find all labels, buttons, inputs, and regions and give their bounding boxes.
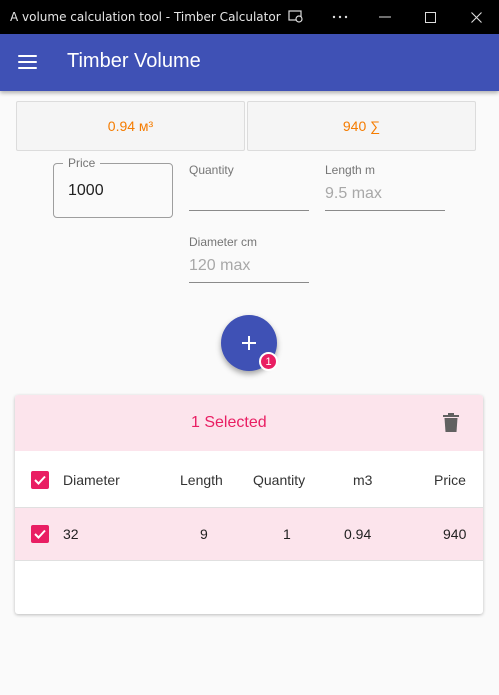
length-field[interactable]: Length m 9.5 max bbox=[325, 163, 445, 211]
column-length[interactable]: Length bbox=[180, 472, 223, 488]
cell-m3: 0.94 bbox=[344, 526, 372, 542]
column-price[interactable]: Price bbox=[434, 472, 466, 488]
window-titlebar: A volume calculation tool - Timber Calcu… bbox=[0, 0, 499, 34]
cell-length: 9 bbox=[200, 526, 208, 542]
window-title: A volume calculation tool - Timber Calcu… bbox=[10, 10, 281, 24]
table-header: Diameter Length Quantity m3 Price bbox=[15, 451, 483, 508]
check-icon bbox=[34, 529, 46, 539]
price-field[interactable]: Price 1000 bbox=[53, 156, 173, 218]
table-row[interactable]: 32 9 1 0.94 940 bbox=[15, 508, 483, 561]
cast-icon[interactable] bbox=[287, 8, 305, 26]
app-bar: Timber Volume bbox=[0, 34, 499, 91]
select-all-checkbox[interactable] bbox=[31, 471, 49, 489]
length-label: Length m bbox=[325, 163, 376, 177]
row-checkbox[interactable] bbox=[31, 525, 49, 543]
diameter-field[interactable]: Diameter cm 120 max bbox=[189, 235, 309, 283]
menu-icon[interactable] bbox=[18, 55, 37, 70]
maximize-icon[interactable] bbox=[421, 8, 439, 26]
cell-diameter: 32 bbox=[63, 526, 79, 542]
length-input[interactable]: 9.5 max bbox=[325, 185, 382, 203]
selection-toolbar: 1 Selected bbox=[15, 395, 483, 451]
diameter-input[interactable]: 120 max bbox=[189, 257, 250, 275]
cell-price: 940 bbox=[443, 526, 467, 542]
cell-quantity: 1 bbox=[283, 526, 291, 542]
price-value[interactable]: 1000 bbox=[68, 182, 104, 200]
quantity-underline bbox=[189, 210, 309, 211]
volume-summary: 0.94 м³ bbox=[16, 101, 245, 151]
delete-icon[interactable] bbox=[442, 413, 460, 433]
quantity-field[interactable]: Quantity bbox=[189, 163, 309, 211]
column-quantity[interactable]: Quantity bbox=[253, 472, 305, 488]
diameter-underline bbox=[189, 282, 309, 283]
plus-icon bbox=[242, 336, 256, 350]
count-badge: 1 bbox=[259, 352, 278, 371]
more-icon[interactable] bbox=[331, 8, 349, 26]
length-underline bbox=[325, 210, 445, 211]
total-summary: 940 ∑ bbox=[247, 101, 476, 151]
app-title: Timber Volume bbox=[67, 50, 201, 72]
diameter-label: Diameter cm bbox=[189, 235, 258, 249]
column-diameter[interactable]: Diameter bbox=[63, 472, 120, 488]
timber-table: 1 Selected Diameter Length Quantity m3 P… bbox=[15, 395, 483, 614]
close-icon[interactable] bbox=[467, 8, 485, 26]
minimize-icon[interactable] bbox=[376, 8, 394, 26]
selected-count: 1 Selected bbox=[191, 414, 267, 431]
price-label: Price bbox=[63, 156, 101, 170]
quantity-label: Quantity bbox=[189, 163, 234, 177]
column-m3[interactable]: m3 bbox=[353, 472, 372, 488]
check-icon bbox=[34, 475, 46, 485]
